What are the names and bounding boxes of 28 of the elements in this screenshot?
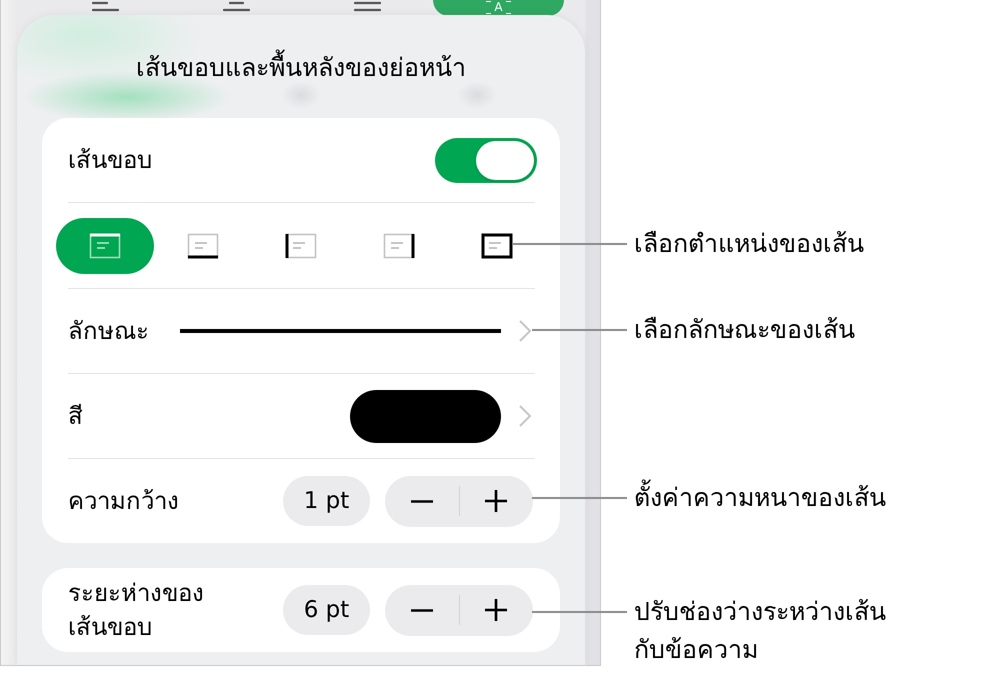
row-label: เส้นขอบ: [68, 145, 152, 175]
value-field[interactable]: 6 pt: [283, 585, 370, 635]
border-top-icon: [89, 232, 121, 258]
callout-label: ปรับช่องว่างระหว่างเส้นกับข้อความ: [634, 596, 887, 666]
border-left-icon: [285, 232, 317, 258]
value-field[interactable]: 1 pt: [283, 476, 370, 526]
align-left-icon: [92, 0, 119, 13]
plus-icon[interactable]: [485, 490, 508, 512]
chevron-right-icon: [519, 405, 531, 427]
color-swatch[interactable]: [350, 390, 501, 442]
align-justify-icon: [354, 0, 381, 13]
minus-icon[interactable]: [410, 608, 433, 612]
callout-label: เลือกตำแหน่งของเส้น: [634, 228, 864, 260]
chevron-right-icon: [519, 320, 531, 342]
plus-icon[interactable]: [485, 599, 508, 621]
minus-icon[interactable]: [410, 500, 433, 502]
border-box-icon: [481, 232, 513, 258]
callout-label: ตั้งค่าความหนาของเส้น: [634, 479, 886, 517]
row-label: ลักษณะ: [68, 316, 149, 346]
row-label: สี: [68, 401, 83, 431]
border-right-icon: [383, 232, 415, 258]
border-bottom-icon: [187, 232, 219, 258]
border-position-button[interactable]: [481, 232, 513, 258]
toggle-switch[interactable]: [435, 138, 537, 182]
row-label: ระยะห่างของเส้นขอบ: [68, 578, 205, 643]
row-label: ความกว้าง: [68, 486, 179, 516]
callout-label: เลือกลักษณะของเส้น: [634, 314, 855, 346]
align-center-icon: [223, 0, 250, 13]
